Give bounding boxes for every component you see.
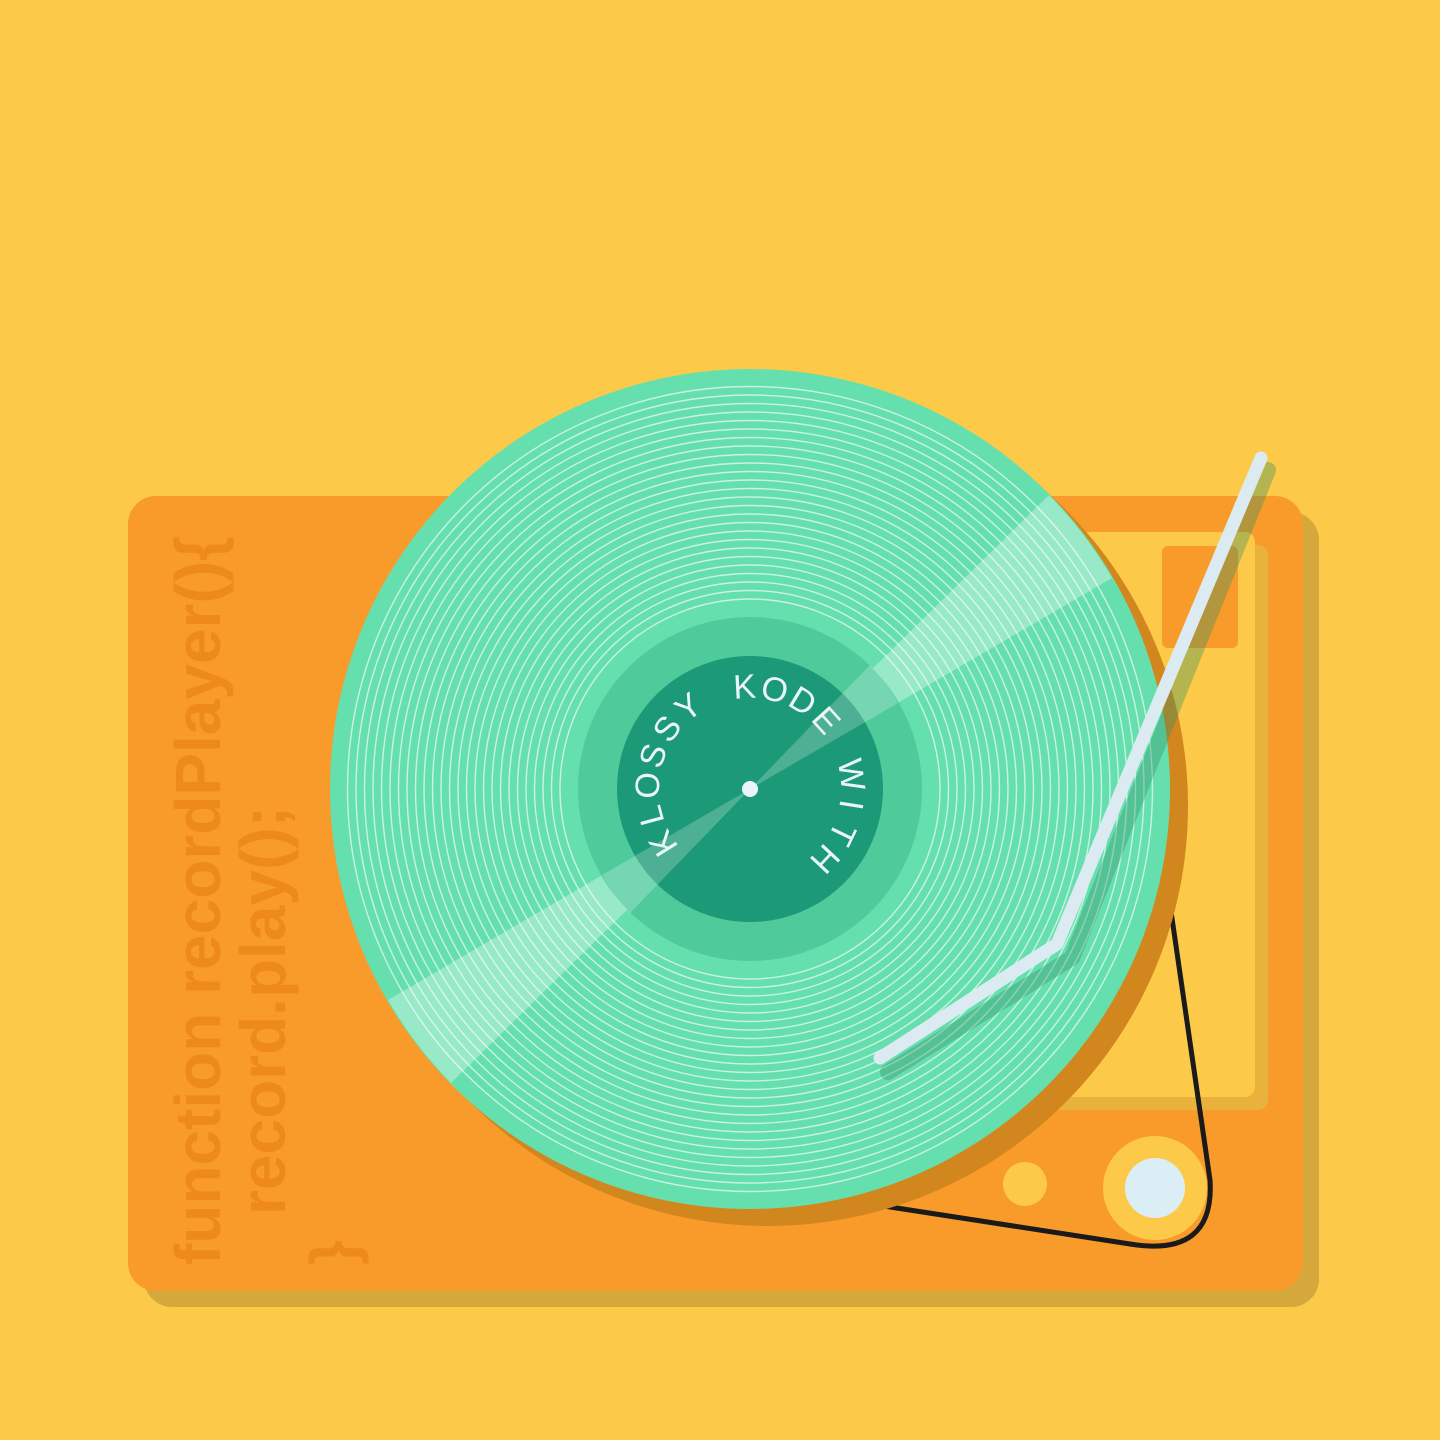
record-player-illustration: function recordPlayer(){ record.play(); … [0,0,1440,1440]
label-letter: W [830,756,872,793]
code-line-1: function recordPlayer(){ [162,536,234,1265]
code-line-3: } [297,1240,369,1265]
label-letter: K [732,668,757,707]
code-line-2: record.play(); [227,806,299,1215]
motor-pulley-cap [1125,1158,1185,1218]
label-letter: O [629,772,668,800]
spindle [742,781,758,797]
volume-knob [1003,1162,1047,1206]
